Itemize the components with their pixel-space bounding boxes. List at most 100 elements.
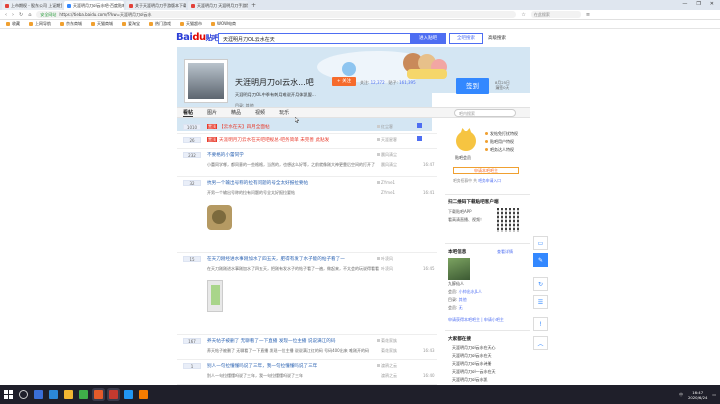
nav-tab[interactable]: 精品 [231, 109, 241, 116]
home-icon[interactable]: ⌂ [28, 12, 31, 18]
recommend-item[interactable]: 天涯明月刀ol一云水在天 [452, 369, 496, 375]
back-to-top-icon[interactable]: ︿ [533, 336, 548, 350]
thread-title-link[interactable]: 别人一句拉懂懂吗说了三年，我一句拉懂懂吗说了三年 [207, 363, 317, 369]
browser-app-icon[interactable] [124, 390, 133, 399]
browser-search-input[interactable]: 在此搜索 [530, 11, 581, 18]
enter-bar-button[interactable]: 进入贴吧 [410, 33, 446, 44]
bar-avatar[interactable] [184, 59, 228, 103]
thread-row[interactable]: 1010 置顶 【云水在天】四月全面帖 红尘客 [177, 121, 437, 134]
tablet-icon[interactable]: ▭ [533, 236, 548, 250]
thread-title-link[interactable]: 【云水在天】四月全面帖 [219, 124, 270, 130]
close-window-button[interactable]: ✕ [710, 1, 714, 7]
windows-start-icon[interactable] [4, 390, 13, 399]
menu-icon[interactable]: ≡ [586, 12, 590, 18]
thread-title-link[interactable]: 抗男一个输出号称的拉有问题的号全太好报拉要帖 [207, 180, 308, 186]
advanced-search-link[interactable]: 高级搜索 [488, 35, 506, 41]
follow-button[interactable]: + 关注 [332, 77, 356, 86]
bookmark-item[interactable]: 热门游戏 [149, 21, 171, 27]
task-view-icon[interactable] [34, 390, 43, 399]
bookmark-item[interactable]: WOW电商 [211, 21, 236, 27]
recommend-item[interactable]: 天涯明月刀ol云水在天 [452, 353, 492, 359]
benefit-item[interactable]: 吧务达人特权 [485, 147, 514, 153]
back-icon[interactable]: ‹ [5, 12, 7, 18]
tieba-search-input[interactable]: 天涯明月刀OL云水在天 [218, 33, 410, 44]
url-field[interactable]: 安全网站 https://tieba.baidu.com/f?kw=天涯明月刀o… [36, 11, 517, 18]
apply-links[interactable]: 申请获得本吧吧主 | 申请小吧主 [448, 317, 504, 323]
bar-info-more-link[interactable]: 查看详情 [497, 249, 513, 255]
thread-author[interactable]: 渡鸦之云 [377, 363, 397, 369]
store-icon[interactable] [79, 390, 88, 399]
thread-author[interactable]: ZYme1 [377, 180, 395, 185]
thread-author[interactable]: 菊花家族 [377, 338, 397, 344]
app-icon[interactable] [94, 390, 103, 399]
thread-title-link[interactable]: 在天刀刚经进水事刚加水了四五天，肥得有发了水子能的帖子看了一 [207, 256, 345, 262]
recommend-item[interactable]: 天涯明月刀ol云水在天心 [452, 345, 496, 351]
thread-thumbnail[interactable] [207, 205, 232, 230]
bookmark-item[interactable]: 天猫超市 [180, 21, 202, 27]
thread-author[interactable]: 天涯星客 [377, 137, 397, 143]
reload-icon[interactable]: ↻ [19, 12, 23, 18]
folder-icon[interactable] [64, 390, 73, 399]
nav-tab[interactable]: 玩乐 [279, 109, 289, 116]
thread-thumbnail[interactable] [207, 280, 223, 312]
info-value[interactable]: 小帅出水JL人 [459, 289, 482, 294]
browser-tab[interactable]: 关于天涯明月刀手游版本下载安装× [126, 1, 186, 10]
mail-icon[interactable] [139, 390, 148, 399]
thread-author[interactable]: 叶凌风 [377, 256, 393, 262]
taskbar-search-icon[interactable] [19, 390, 28, 399]
recommend-item[interactable]: 天涯明月刀ol云水诗册 [452, 361, 492, 367]
bookmark-item[interactable]: 京东商城 [60, 21, 82, 27]
nav-tab[interactable]: 图片 [207, 109, 217, 116]
in-bar-search-input[interactable]: 吧内搜索 [454, 109, 516, 117]
bookmark-item[interactable]: 天猫商城 [91, 21, 113, 27]
nav-tab[interactable]: 看帖 [183, 109, 194, 117]
thread-author[interactable]: 红尘客 [377, 124, 393, 130]
bookmark-item[interactable]: 上网导航 [29, 21, 51, 27]
bookmark-item[interactable]: 收藏 [6, 21, 20, 27]
clock[interactable]: 16:47 2020/6/24 [688, 390, 707, 400]
thread-row[interactable]: 32 抗男一个输出号称的拉有问题的号全太好报拉要帖 ZYme1 开男一个输出号称的拉有… [177, 177, 437, 253]
info-value[interactable]: 其他 [459, 297, 467, 302]
thread-title-link[interactable]: 养天帖子被删了 无聊看了一下直播 发现一位主播 说说满江的码 [207, 338, 335, 344]
bookmark-item[interactable]: 爱淘宝 [122, 21, 140, 27]
recommend-item[interactable]: 天涯明月刀ol云水凯 [452, 377, 488, 383]
game-icon[interactable] [109, 390, 118, 399]
last-reply-user[interactable]: 渡鸦之云 [381, 373, 397, 379]
thread-row[interactable]: 232 不要格的小蕾同学 晨风清尘 小蕾同学哪，都同意的一些格格，当然的，也想这么好等… [177, 149, 437, 177]
thread-row[interactable]: 15 在天刀刚经进水事刚加水了四五天，肥得有发了水子能的帖子看了一 叶凌风 在天刀刚刚… [177, 253, 437, 335]
benefit-item[interactable]: 贴吧用户特权 [485, 139, 514, 145]
forward-icon[interactable]: › [12, 12, 14, 18]
last-reply-user[interactable]: 叶凌风 [381, 266, 393, 272]
baidu-tieba-logo[interactable]: Baidu贴吧 [176, 32, 219, 43]
last-reply-user[interactable]: 菊花家族 [381, 348, 397, 354]
browser-tab[interactable]: 天涯明月刀ol云水吧-百度贴吧× [64, 1, 124, 10]
report-icon[interactable]: ! [533, 317, 548, 331]
thread-row[interactable]: 1 别人一句拉懂懂吗说了三年，我一句拉懂懂吗说了三年 渡鸦之云 别人一句拉懂懂吗说了三… [177, 360, 437, 385]
nav-tab[interactable]: 视频 [255, 109, 265, 116]
last-reply-user[interactable]: ZYme1 [381, 190, 395, 195]
new-tab-button[interactable]: + [251, 1, 256, 10]
minimize-button[interactable]: — [682, 1, 687, 7]
thread-row[interactable]: 26 置顶 天涯明月刀云水在天吧吧规总-吧务简单 未完善 此贴发 天涯星客 [177, 134, 437, 149]
apply-manager-button[interactable]: 申请本吧吧主 [453, 167, 519, 174]
browser-tab[interactable]: 上市期权 - 股东公司 上证期货× [2, 1, 62, 10]
refresh-icon[interactable]: ↻ [533, 277, 548, 291]
browser-tab[interactable]: 天涯明月刀 天涯明月刀手游版本× [188, 1, 248, 10]
benefit-item[interactable]: 发帖免打扰特权 [485, 131, 518, 137]
maximize-button[interactable]: ❐ [696, 1, 700, 7]
sign-in-button[interactable]: 签到 [456, 78, 489, 94]
edit-icon[interactable]: ✎ [533, 253, 548, 267]
owner-name[interactable]: 九醉仙人 [448, 281, 464, 287]
notification-icon[interactable]: ▭ [712, 392, 716, 397]
thread-row[interactable]: 167 养天帖子被删了 无聊看了一下直播 发现一位主播 说说满江的码 菊花家族 养天帖… [177, 335, 437, 360]
thread-title-link[interactable]: 不要格的小蕾同学 [207, 152, 244, 158]
star-icon[interactable]: ☆ [521, 12, 525, 18]
global-search-button[interactable]: 全吧搜索 [449, 33, 483, 44]
list-icon[interactable]: ☰ [533, 295, 548, 309]
owner-avatar[interactable] [448, 258, 470, 280]
last-reply-user[interactable]: 晨风清尘 [381, 162, 397, 168]
recruit-link[interactable]: 吧务申请入口 [478, 178, 501, 183]
edge-icon[interactable] [49, 390, 58, 399]
info-value[interactable]: 无 [459, 305, 463, 310]
ime-indicator[interactable]: 中 [679, 392, 683, 398]
